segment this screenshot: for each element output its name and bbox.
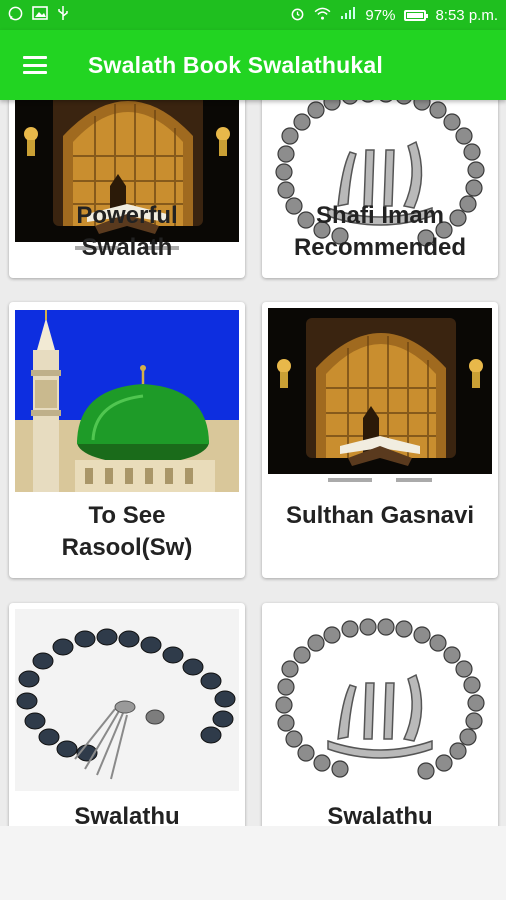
alarm-icon — [290, 6, 305, 25]
battery-percent: 97% — [365, 6, 396, 24]
card-label: To See Rasool(Sw) — [61, 502, 193, 561]
dark-tasbih-image — [15, 609, 239, 791]
status-bar: 97% 8:53 p.m. — [0, 0, 506, 30]
quran-lantern-image — [268, 308, 492, 490]
hamburger-menu-icon[interactable] — [0, 30, 70, 100]
swalath-grid: Powerful Swalath Shafi Imam Recommended … — [0, 100, 506, 826]
card-label: Sulthan Gasnavi — [285, 502, 475, 529]
bottom-area — [0, 826, 506, 900]
card-powerful-swalath[interactable]: Powerful Swalath — [9, 100, 245, 278]
green-dome-mosque-image — [15, 308, 239, 494]
card-shafi-imam-recommended[interactable]: Shafi Imam Recommended — [262, 100, 498, 278]
card-label: Swalathu — [327, 803, 433, 826]
usb-icon — [57, 5, 69, 25]
card-label: Shafi Imam Recommended — [293, 202, 467, 261]
signal-icon — [340, 6, 356, 24]
card-sulthan-gasnavi[interactable]: Sulthan Gasnavi — [262, 302, 498, 578]
wifi-icon — [314, 7, 331, 24]
card-label: Swalathu — [74, 803, 180, 826]
card-swalathu-1[interactable]: Swalathu — [9, 603, 245, 826]
whatsapp-icon — [8, 6, 23, 25]
clock: 8:53 p.m. — [435, 6, 498, 24]
card-swalathu-2[interactable]: Swalathu — [262, 603, 498, 826]
battery-icon — [404, 9, 429, 21]
card-to-see-rasool[interactable]: To See Rasool(Sw) — [9, 302, 245, 578]
image-icon — [32, 6, 48, 24]
page-title: Swalath Book Swalathukal — [88, 51, 383, 78]
allah-tasbih-image — [268, 609, 492, 791]
app-bar: Swalath Book Swalathukal — [0, 30, 506, 100]
card-label: Powerful Swalath — [76, 202, 178, 261]
